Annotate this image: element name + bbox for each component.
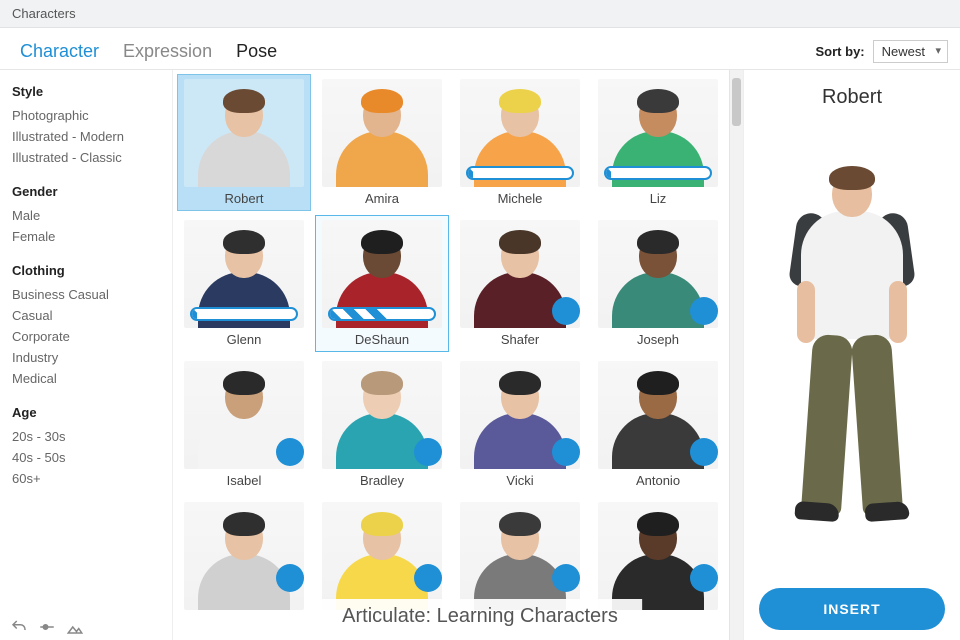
filter-heading: Age <box>12 405 160 420</box>
download-icon[interactable] <box>552 297 580 325</box>
character-thumbnail <box>322 502 442 610</box>
character-thumbnail <box>598 502 718 610</box>
character-thumbnail <box>322 79 442 187</box>
character-card[interactable]: Amira <box>315 74 449 211</box>
character-name: Joseph <box>637 328 679 349</box>
window-titlebar: Characters <box>0 0 960 28</box>
tab-character[interactable]: Character <box>8 35 111 68</box>
filter-heading: Clothing <box>12 263 160 278</box>
download-progress <box>466 166 574 180</box>
character-name: Isabel <box>227 469 262 490</box>
filter-sidebar: Style PhotographicIllustrated - ModernIll… <box>0 70 172 640</box>
character-grid: Robert Amira Michele Liz Glenn DeShaun Shafer J… <box>173 70 729 640</box>
download-icon[interactable] <box>414 438 442 466</box>
character-card[interactable]: Joseph <box>591 215 725 352</box>
character-card[interactable]: Bradley <box>315 356 449 493</box>
character-name: Bradley <box>360 469 404 490</box>
character-thumbnail <box>184 79 304 187</box>
character-name: Robert <box>224 187 263 208</box>
download-progress <box>604 166 712 180</box>
filter-item[interactable]: Photographic <box>12 105 160 126</box>
window-title: Characters <box>12 6 76 21</box>
filter-item[interactable]: Illustrated - Modern <box>12 126 160 147</box>
character-card[interactable]: DeShaun <box>315 215 449 352</box>
character-card[interactable]: Michele <box>453 74 587 211</box>
download-progress <box>190 307 298 321</box>
character-name: Michele <box>498 187 543 208</box>
character-thumbnail <box>460 502 580 610</box>
filter-item[interactable]: 20s - 30s <box>12 426 160 447</box>
character-card[interactable]: Antonio <box>591 356 725 493</box>
undo-icon[interactable] <box>10 618 28 636</box>
preview-character-image <box>756 121 948 588</box>
download-icon[interactable] <box>414 564 442 592</box>
download-icon[interactable] <box>690 438 718 466</box>
footer-tools <box>10 618 84 636</box>
character-card[interactable]: Glenn <box>177 215 311 352</box>
view-tabs: Character Expression Pose Sort by: Newes… <box>0 28 960 70</box>
filter-item[interactable]: 60s+ <box>12 468 160 489</box>
filter-item[interactable]: Corporate <box>12 326 160 347</box>
filter-item[interactable]: Illustrated - Classic <box>12 147 160 168</box>
download-icon[interactable] <box>276 564 304 592</box>
insert-button[interactable]: INSERT <box>759 588 945 630</box>
tab-pose[interactable]: Pose <box>224 35 289 68</box>
sort-select[interactable]: Newest <box>873 40 948 63</box>
filter-item[interactable]: Male <box>12 205 160 226</box>
filter-item[interactable]: 40s - 50s <box>12 447 160 468</box>
filter-heading: Gender <box>12 184 160 199</box>
download-icon[interactable] <box>690 564 718 592</box>
preview-panel: Robert INSERT <box>744 70 960 640</box>
download-icon[interactable] <box>552 564 580 592</box>
download-icon[interactable] <box>690 297 718 325</box>
character-name: Liz <box>650 187 667 208</box>
grid-scrollbar[interactable] <box>729 70 743 640</box>
download-icon[interactable] <box>276 438 304 466</box>
character-name: Vicki <box>506 469 533 490</box>
character-card[interactable]: Liz <box>591 74 725 211</box>
character-card[interactable]: Robert <box>177 74 311 211</box>
character-name: Amira <box>365 187 399 208</box>
preview-character-name: Robert <box>822 86 882 109</box>
tab-expression[interactable]: Expression <box>111 35 224 68</box>
image-caption: Articulate: Learning Characters <box>318 599 642 634</box>
filter-item[interactable]: Industry <box>12 347 160 368</box>
character-card[interactable] <box>177 497 311 619</box>
character-card[interactable]: Isabel <box>177 356 311 493</box>
character-name: Shafer <box>501 328 539 349</box>
filter-item[interactable]: Female <box>12 226 160 247</box>
character-name: Glenn <box>227 328 262 349</box>
filter-item[interactable]: Medical <box>12 368 160 389</box>
scrollbar-handle[interactable] <box>732 78 741 126</box>
character-thumbnail <box>184 502 304 610</box>
filter-heading: Style <box>12 84 160 99</box>
image-icon[interactable] <box>66 618 84 636</box>
character-card[interactable]: Vicki <box>453 356 587 493</box>
character-name: Antonio <box>636 469 680 490</box>
sort-by-label: Sort by: <box>816 44 865 59</box>
download-progress <box>328 307 436 321</box>
filter-item[interactable]: Casual <box>12 305 160 326</box>
download-icon[interactable] <box>552 438 580 466</box>
character-card[interactable]: Shafer <box>453 215 587 352</box>
character-name: DeShaun <box>355 328 409 349</box>
slider-icon[interactable] <box>38 618 56 636</box>
filter-item[interactable]: Business Casual <box>12 284 160 305</box>
